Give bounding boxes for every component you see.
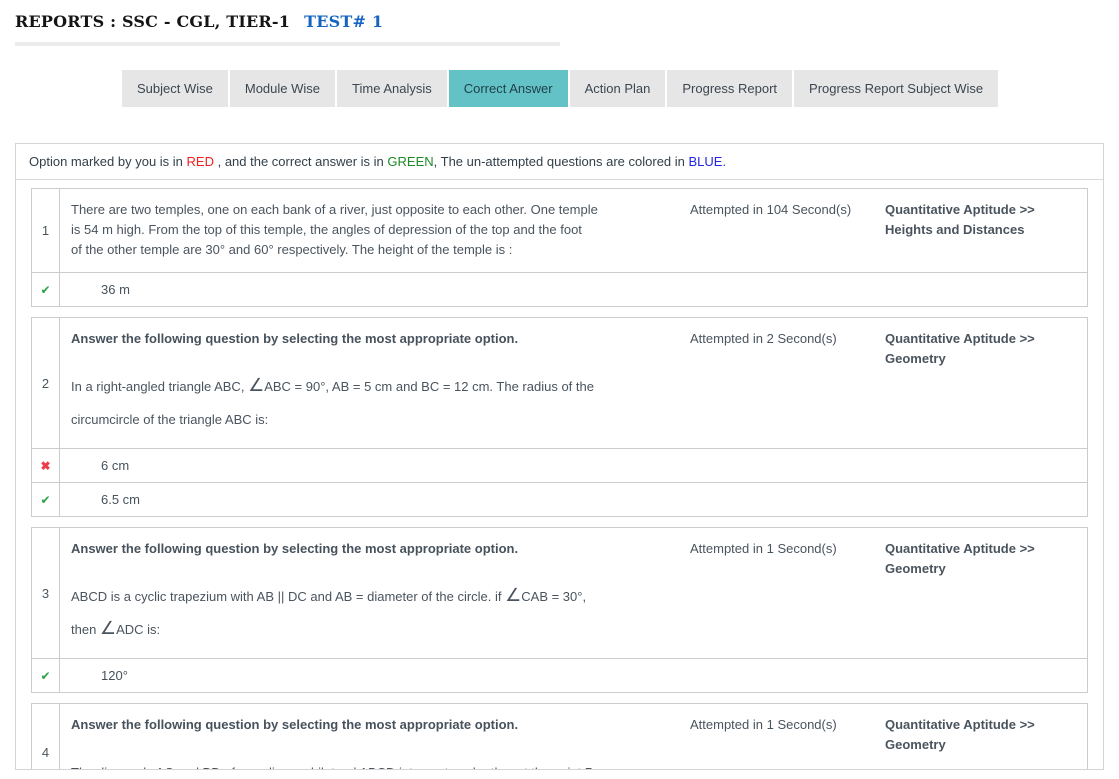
answer-text: 36 m bbox=[60, 273, 130, 306]
answer-row: ✔ 36 m bbox=[32, 273, 1087, 306]
angle-symbol: ∠ bbox=[100, 618, 116, 638]
question-intro: Answer the following question by selecti… bbox=[71, 329, 679, 348]
question-card: 2 Answer the following question by select… bbox=[31, 317, 1088, 517]
question-card: 1 There are two temples, one on each bank… bbox=[31, 188, 1088, 307]
category: Quantitative Aptitude >>Heights and Dist… bbox=[885, 200, 1077, 260]
question-intro: Answer the following question by selecti… bbox=[71, 539, 679, 558]
answer-icon-cell: ✔ bbox=[32, 273, 60, 306]
question-row: 4 Answer the following question by select… bbox=[32, 704, 1087, 770]
question-intro: Answer the following question by selecti… bbox=[71, 715, 679, 734]
question-line: There are two temples, one on each bank … bbox=[71, 200, 679, 220]
tab-correct-answer[interactable]: Correct Answer bbox=[449, 70, 568, 107]
question-main: Answer the following question by selecti… bbox=[60, 318, 1087, 448]
question-number: 2 bbox=[32, 318, 60, 448]
attempted-time: Attempted in 1 Second(s) bbox=[690, 715, 885, 770]
legend-segment: , The un-attempted questions are colored… bbox=[434, 154, 689, 169]
category-line1: Quantitative Aptitude >> bbox=[885, 539, 1077, 559]
question-line: of the other temple are 30° and 60° resp… bbox=[71, 240, 679, 260]
category: Quantitative Aptitude >>Geometry bbox=[885, 715, 1077, 770]
legend-segment: Option marked by you is in bbox=[29, 154, 187, 169]
question-number: 1 bbox=[32, 189, 60, 272]
question-main: There are two temples, one on each bank … bbox=[60, 189, 1087, 272]
category: Quantitative Aptitude >>Geometry bbox=[885, 539, 1077, 646]
wrong-icon: ✖ bbox=[40, 459, 50, 473]
tab-progress-report-subject-wise[interactable]: Progress Report Subject Wise bbox=[794, 70, 998, 107]
question-line: then ∠ADC is: bbox=[71, 613, 679, 646]
angle-symbol: ∠ bbox=[505, 585, 521, 605]
answer-icon-cell: ✖ bbox=[32, 449, 60, 482]
category-line2: Geometry bbox=[885, 349, 1077, 369]
category-line1: Quantitative Aptitude >> bbox=[885, 715, 1077, 735]
attempted-time: Attempted in 104 Second(s) bbox=[690, 200, 885, 260]
question-main: Answer the following question by selecti… bbox=[60, 704, 1087, 770]
category-line1: Quantitative Aptitude >> bbox=[885, 200, 1077, 220]
question-text: Answer the following question by selecti… bbox=[71, 715, 679, 770]
test-link[interactable]: TEST# 1 bbox=[304, 12, 383, 31]
reports-title: REPORTS : SSC - CGL, TIER-1 bbox=[15, 12, 290, 31]
legend-green: GREEN bbox=[387, 154, 433, 169]
question-text: Answer the following question by selecti… bbox=[71, 539, 679, 646]
tab-time-analysis[interactable]: Time Analysis bbox=[337, 70, 447, 107]
tab-module-wise[interactable]: Module Wise bbox=[230, 70, 335, 107]
question-line: In a right-angled triangle ABC, ∠ABC = 9… bbox=[71, 370, 679, 403]
answer-row: ✖ 6 cm bbox=[32, 449, 1087, 482]
answer-row: ✔ 120° bbox=[32, 659, 1087, 692]
answer-row: ✔ 6.5 cm bbox=[32, 482, 1087, 516]
category-line2: Geometry bbox=[885, 735, 1077, 755]
answer-text: 6.5 cm bbox=[60, 483, 140, 516]
attempted-time: Attempted in 1 Second(s) bbox=[690, 539, 885, 646]
question-card: 4 Answer the following question by select… bbox=[31, 703, 1088, 770]
question-main: Answer the following question by selecti… bbox=[60, 528, 1087, 658]
page-title: REPORTS : SSC - CGL, TIER-1 TEST# 1 bbox=[15, 12, 1119, 31]
category-line2: Heights and Distances bbox=[885, 220, 1077, 240]
tab-action-plan[interactable]: Action Plan bbox=[570, 70, 666, 107]
tab-subject-wise[interactable]: Subject Wise bbox=[122, 70, 228, 107]
tab-progress-report[interactable]: Progress Report bbox=[667, 70, 792, 107]
angle-symbol: ∠ bbox=[248, 375, 264, 395]
question-text: Answer the following question by selecti… bbox=[71, 329, 679, 436]
question-line: ABCD is a cyclic trapezium with AB || DC… bbox=[71, 580, 679, 613]
question-number: 4 bbox=[32, 704, 60, 770]
legend-text: Option marked by you is in RED , and the… bbox=[16, 144, 1103, 180]
question-card: 3 Answer the following question by select… bbox=[31, 527, 1088, 693]
question-list: 1 There are two temples, one on each bank… bbox=[16, 188, 1103, 770]
answer-text: 120° bbox=[60, 659, 128, 692]
legend-blue: BLUE. bbox=[689, 154, 727, 169]
question-line: is 54 m high. From the top of this templ… bbox=[71, 220, 679, 240]
legend-segment: , and the correct answer is in bbox=[214, 154, 387, 169]
question-number: 3 bbox=[32, 528, 60, 658]
question-row: 1 There are two temples, one on each bank… bbox=[32, 189, 1087, 273]
answer-text: 6 cm bbox=[60, 449, 129, 482]
report-container: Option marked by you is in RED , and the… bbox=[15, 143, 1104, 770]
correct-icon: ✔ bbox=[40, 283, 50, 297]
header-divider bbox=[15, 42, 560, 46]
attempted-time: Attempted in 2 Second(s) bbox=[690, 329, 885, 436]
category-line1: Quantitative Aptitude >> bbox=[885, 329, 1077, 349]
answer-icon-cell: ✔ bbox=[32, 659, 60, 692]
question-line: circumcircle of the triangle ABC is: bbox=[71, 403, 679, 436]
question-text: There are two temples, one on each bank … bbox=[71, 200, 679, 260]
correct-icon: ✔ bbox=[40, 669, 50, 683]
question-line: The diagonals AC and BD of a cyclic quad… bbox=[71, 756, 679, 770]
question-row: 2 Answer the following question by select… bbox=[32, 318, 1087, 449]
category: Quantitative Aptitude >>Geometry bbox=[885, 329, 1077, 436]
question-row: 3 Answer the following question by select… bbox=[32, 528, 1087, 659]
legend-red: RED bbox=[187, 154, 214, 169]
answer-icon-cell: ✔ bbox=[32, 483, 60, 516]
correct-icon: ✔ bbox=[40, 493, 50, 507]
tab-bar: Subject WiseModule WiseTime AnalysisCorr… bbox=[122, 70, 1119, 107]
category-line2: Geometry bbox=[885, 559, 1077, 579]
